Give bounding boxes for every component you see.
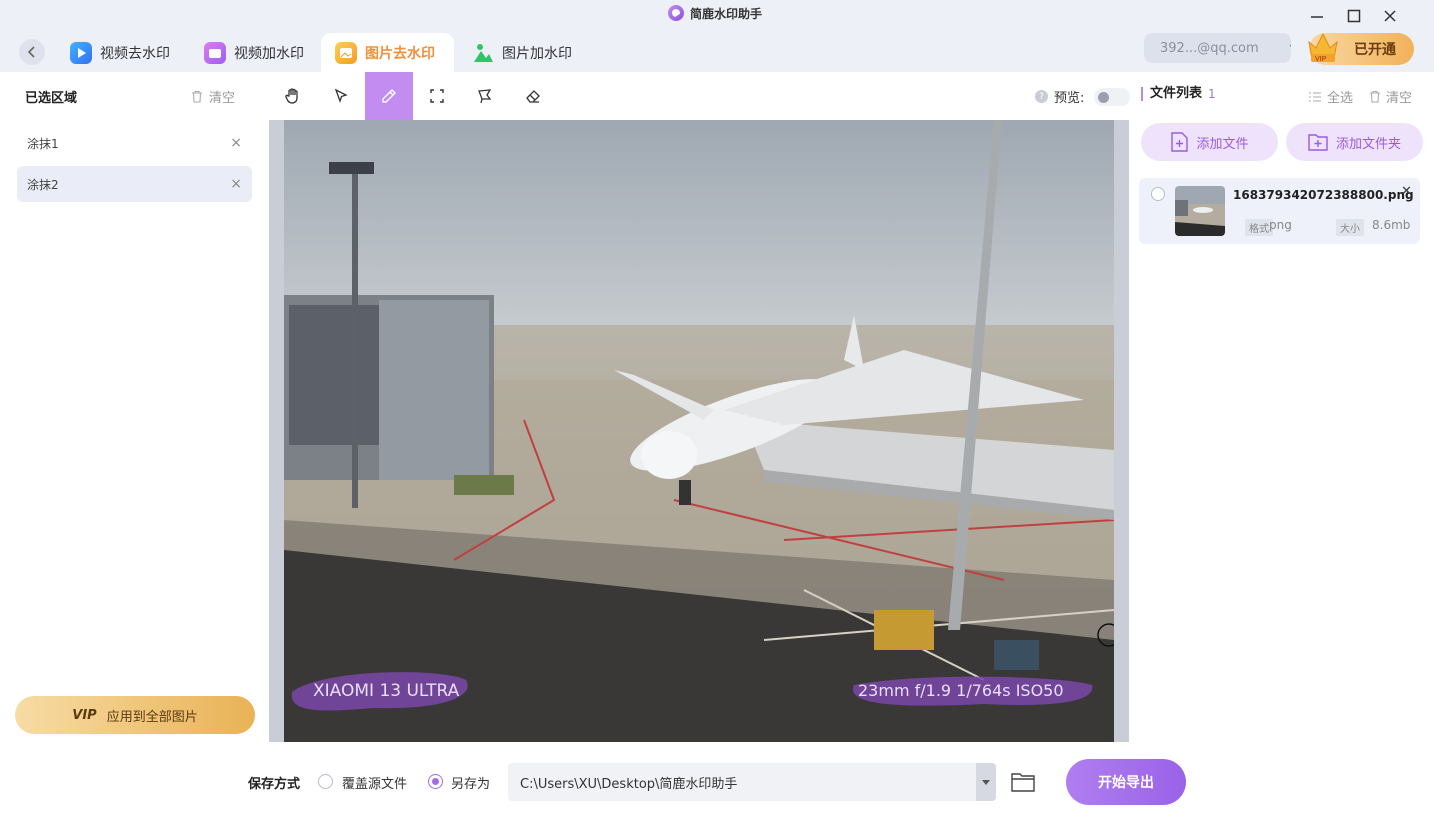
tab-video-remove[interactable]: 视频去水印 bbox=[56, 33, 184, 72]
app-logo-icon bbox=[668, 5, 684, 21]
lasso-tool[interactable] bbox=[461, 72, 509, 120]
maximize-icon bbox=[1347, 9, 1361, 23]
maximize-button[interactable] bbox=[1343, 6, 1365, 26]
save-mode-label: 保存方式 bbox=[248, 777, 301, 792]
file-count: 1 bbox=[1208, 87, 1216, 101]
tab-image-add[interactable]: 图片加水印 bbox=[458, 33, 586, 72]
preview-toggle[interactable] bbox=[1094, 87, 1131, 106]
help-icon[interactable]: ? bbox=[1035, 90, 1048, 103]
close-icon bbox=[1384, 10, 1396, 22]
close-window-button[interactable] bbox=[1379, 6, 1401, 26]
file-list-item[interactable]: 16837934207238880​0.png ✕ 格式 png 大小 8.6m… bbox=[1139, 178, 1420, 244]
video-play-icon bbox=[70, 41, 92, 64]
minimize-button[interactable] bbox=[1306, 6, 1328, 26]
brush-tool[interactable] bbox=[365, 72, 413, 120]
chevron-down-icon bbox=[1289, 44, 1291, 48]
eraser-tool[interactable] bbox=[509, 72, 557, 120]
tab-video-add[interactable]: 视频加水印 bbox=[190, 33, 318, 72]
region-item[interactable]: 涂抹1 × bbox=[17, 125, 252, 161]
brush-icon bbox=[382, 89, 396, 103]
path-dropdown-button[interactable] bbox=[976, 763, 996, 801]
account-dropdown[interactable]: 392...@qq.com bbox=[1144, 33, 1291, 63]
image-icon bbox=[335, 41, 357, 64]
back-button[interactable] bbox=[19, 39, 45, 65]
start-export-button[interactable]: 开始导出 bbox=[1066, 759, 1186, 805]
select-all-button[interactable]: 全选 bbox=[1308, 87, 1353, 106]
minimize-icon bbox=[1311, 16, 1323, 18]
file-select-radio[interactable] bbox=[1151, 187, 1165, 201]
region-item-selected[interactable]: 涂抹2 × bbox=[17, 166, 252, 202]
checklist-icon bbox=[1309, 91, 1321, 102]
app-title: 简鹿水印助手 bbox=[668, 3, 762, 23]
eraser-icon bbox=[526, 90, 540, 103]
lasso-icon bbox=[478, 89, 492, 104]
file-name: 16837934207238880​0.png bbox=[1233, 188, 1414, 202]
rect-select-tool[interactable] bbox=[413, 72, 461, 120]
watermark-text-left: XIAOMI 13 ULTRA bbox=[313, 681, 460, 701]
svg-text:VIP: VIP bbox=[1315, 56, 1327, 63]
add-folder-icon bbox=[1308, 134, 1328, 151]
hand-icon bbox=[285, 88, 298, 104]
image-mountain-icon bbox=[472, 42, 494, 64]
rect-select-icon bbox=[430, 89, 444, 103]
clear-files-button[interactable]: 清空 bbox=[1369, 87, 1412, 106]
file-list-title: 文件列表 1 bbox=[1141, 87, 1216, 101]
output-path-field[interactable]: C:\Users\XU\Desktop\简鹿水印助手 bbox=[508, 763, 996, 801]
file-size: 8.6mb bbox=[1372, 218, 1411, 232]
selected-regions-title: 已选区域 bbox=[25, 91, 78, 106]
file-format: png bbox=[1269, 218, 1292, 232]
vip-crown-icon: VIP bbox=[1308, 32, 1338, 63]
add-file-button[interactable]: 添加文件 bbox=[1141, 123, 1278, 161]
remove-file-icon[interactable]: ✕ bbox=[1401, 184, 1412, 199]
preview-toggle-group: ? 预览: bbox=[1035, 87, 1131, 106]
trash-icon bbox=[192, 90, 202, 103]
folder-icon[interactable] bbox=[1011, 771, 1035, 793]
remove-region-icon[interactable]: × bbox=[230, 176, 242, 192]
chevron-left-icon bbox=[27, 46, 35, 58]
file-thumbnail bbox=[1175, 186, 1225, 236]
pointer-tool[interactable] bbox=[317, 72, 365, 120]
add-folder-button[interactable]: 添加文件夹 bbox=[1286, 123, 1423, 161]
overwrite-radio[interactable] bbox=[318, 774, 333, 789]
remove-region-icon[interactable]: × bbox=[230, 135, 242, 151]
clear-regions-button[interactable]: 清空 bbox=[191, 87, 235, 106]
caret-down-icon bbox=[982, 779, 990, 785]
tab-image-remove[interactable]: 图片去水印 bbox=[321, 33, 454, 72]
add-file-icon bbox=[1171, 132, 1189, 152]
editing-image[interactable]: XIAOMI 13 ULTRA 23mm f/1.9 1/764s ISO50 bbox=[284, 120, 1114, 742]
trash-icon bbox=[1370, 90, 1380, 103]
pointer-icon bbox=[334, 88, 348, 103]
watermark-text-right: 23mm f/1.9 1/764s ISO50 bbox=[858, 681, 1064, 700]
save-as-radio[interactable] bbox=[428, 774, 443, 789]
apply-all-button[interactable]: VIP 应用到全部图片 bbox=[15, 696, 255, 734]
hand-tool[interactable] bbox=[269, 72, 317, 120]
video-clip-icon bbox=[204, 41, 226, 64]
